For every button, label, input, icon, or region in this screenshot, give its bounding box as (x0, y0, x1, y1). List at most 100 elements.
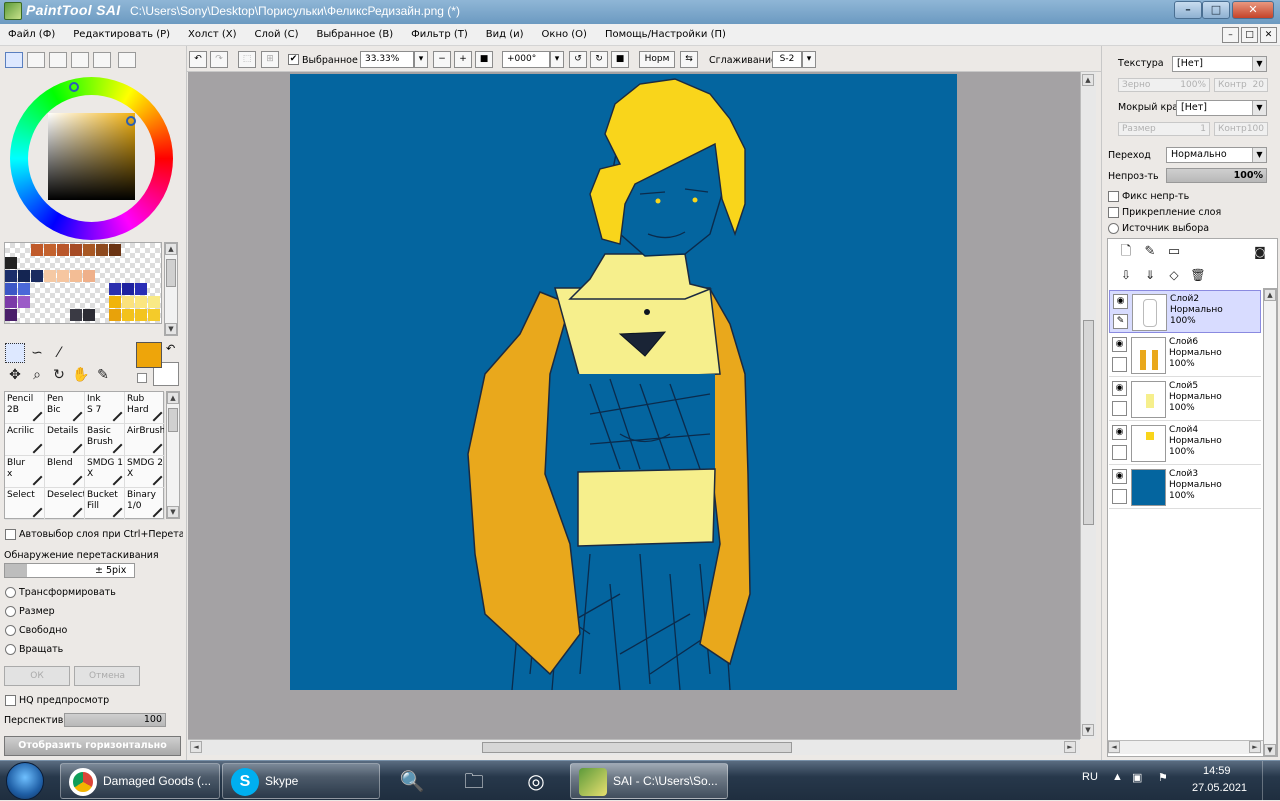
scroll-down-icon[interactable]: ▼ (1264, 744, 1276, 756)
scroll-up-icon[interactable]: ▲ (167, 392, 179, 404)
scroll-left-icon[interactable]: ◄ (190, 741, 202, 753)
layer-checkbox[interactable] (1112, 401, 1127, 416)
brush-select[interactable]: Select (5, 488, 45, 520)
auto-select-checkbox[interactable] (5, 529, 16, 540)
brush-details[interactable]: Details (45, 424, 85, 456)
zoom-field[interactable]: 33.33% (360, 51, 414, 68)
free-radio[interactable] (5, 625, 16, 636)
brush-blend[interactable]: Blend (45, 456, 85, 488)
zoom-in-icon[interactable]: + (454, 51, 472, 68)
eyedropper-icon[interactable]: ✎ (93, 365, 113, 385)
blend-mode-button[interactable]: Норм (639, 51, 675, 68)
hsv-slider-tab-icon[interactable] (49, 52, 67, 68)
brush-airbrush[interactable]: AirBrush (125, 424, 165, 456)
flip-horizontal-button[interactable]: Отобразить горизонтально (4, 736, 181, 756)
brush-rub[interactable]: Rub Hard (125, 392, 165, 424)
network-icon[interactable]: ▣ (1132, 771, 1142, 784)
brush-pen[interactable]: Pen Bic (45, 392, 85, 424)
swatches-tab-icon[interactable] (93, 52, 111, 68)
task-chrome[interactable]: Damaged Goods (... (60, 763, 220, 799)
menu-selection[interactable]: Выбранное (В) (317, 29, 394, 40)
selection-checkbox[interactable]: ✔ (288, 54, 299, 65)
menu-view[interactable]: Вид (и) (486, 29, 524, 40)
resize-radio[interactable] (5, 606, 16, 617)
brush-pencil[interactable]: Pencil 2B (5, 392, 45, 424)
layer-checkbox[interactable] (1112, 489, 1127, 504)
merge-down-icon[interactable]: ⇓ (1140, 265, 1160, 285)
layer-checkbox[interactable] (1112, 357, 1127, 372)
close-button[interactable]: ✕ (1232, 1, 1274, 19)
eye-icon[interactable]: ◉ (1113, 294, 1128, 309)
scroll-thumb[interactable] (168, 408, 178, 432)
menu-canvas[interactable]: Холст (Х) (188, 29, 237, 40)
brush-bucket[interactable]: Bucket Fill (85, 488, 125, 520)
blend-select[interactable]: Нормально ▼ (1166, 147, 1267, 163)
hand-icon[interactable]: ✋ (71, 365, 91, 385)
hq-preview-checkbox[interactable] (5, 695, 16, 706)
scroll-thumb[interactable] (1083, 320, 1094, 525)
rgb-slider-tab-icon[interactable] (27, 52, 45, 68)
rotate-reset-icon[interactable]: ■ (611, 51, 629, 68)
doc-close-button[interactable]: ✕ (1260, 27, 1277, 43)
zoom-out-icon[interactable]: − (433, 51, 451, 68)
transparent-color-icon[interactable] (137, 373, 147, 383)
zoom-dropdown-icon[interactable]: ▾ (414, 51, 428, 68)
canvas-horizontal-scrollbar[interactable]: ◄ ► (188, 739, 1080, 755)
new-layer-icon[interactable]: 🗋 (1116, 242, 1136, 262)
cancel-button[interactable]: Отмена (74, 666, 140, 686)
brushes-scrollbar[interactable]: ▲ ▼ (166, 391, 180, 519)
deselect-icon[interactable]: ⬚ (238, 51, 256, 68)
swap-colors-icon[interactable]: ↶ (166, 342, 175, 355)
task-sai[interactable]: SAI - C:\Users\So... (570, 763, 728, 799)
swatches-scrollbar[interactable]: ▲ ▼ (164, 242, 178, 336)
search-pin-icon[interactable]: 🔍 (390, 765, 434, 797)
lock-opacity-checkbox[interactable] (1108, 191, 1119, 202)
zoom-icon[interactable]: ⌕ (27, 365, 47, 385)
rotation-dropdown-icon[interactable]: ▾ (550, 51, 564, 68)
layer-row[interactable]: ◉ Слой3 Нормально 100% (1109, 466, 1261, 509)
brush-smdg1[interactable]: SMDG 1 X (85, 456, 125, 488)
language-indicator[interactable]: RU (1082, 771, 1098, 783)
layer-mask-icon[interactable]: ◙ (1250, 242, 1270, 262)
drag-detect-slider[interactable]: ± 5pix (4, 563, 135, 578)
clock-date[interactable]: 27.05.2021 (1192, 782, 1247, 794)
transform-radio[interactable] (5, 587, 16, 598)
eye-icon[interactable]: ◉ (1112, 469, 1127, 484)
brush-blur[interactable]: Blur x (5, 456, 45, 488)
show-desktop-button[interactable] (1262, 761, 1280, 801)
doc-minimize-button[interactable]: – (1222, 27, 1239, 43)
start-button[interactable] (6, 762, 44, 800)
media-pin-icon[interactable]: ◎ (514, 765, 558, 797)
scroll-down-icon[interactable]: ▼ (167, 506, 179, 518)
primary-color[interactable] (136, 342, 162, 368)
menu-filter[interactable]: Фильтр (Т) (411, 29, 468, 40)
scroll-down-icon[interactable]: ▼ (1082, 724, 1094, 736)
brush-acrilic[interactable]: Acrilic (5, 424, 45, 456)
perspective-slider[interactable]: 100 (64, 713, 166, 727)
layer-row[interactable]: ◉ Слой6 Нормально 100% (1109, 334, 1261, 377)
sv-marker[interactable] (126, 116, 136, 126)
brush-smdg2[interactable]: SMDG 2 X (125, 456, 165, 488)
menu-window[interactable]: Окно (О) (542, 29, 587, 40)
scroll-up-icon[interactable]: ▲ (165, 243, 177, 255)
ok-button[interactable]: ОК (4, 666, 70, 686)
flip-view-icon[interactable]: ⇆ (680, 51, 698, 68)
menu-file[interactable]: Файл (Ф) (8, 29, 55, 40)
layer-row[interactable]: ◉ ✎ Слой2 Нормально 100% (1109, 290, 1261, 333)
layer-row[interactable]: ◉ Слой4 Нормально 100% (1109, 422, 1261, 465)
scratchpad-tab-icon[interactable] (118, 52, 136, 68)
redo-icon[interactable]: ↷ (210, 51, 228, 68)
layer-checkbox[interactable] (1112, 445, 1127, 460)
wet-edge-select[interactable]: [Нет] ▼ (1176, 100, 1267, 116)
new-linework-layer-icon[interactable]: ✎ (1140, 242, 1160, 262)
transfer-down-icon[interactable]: ⇩ (1116, 265, 1136, 285)
scroll-right-icon[interactable]: ► (1064, 741, 1076, 753)
scroll-thumb[interactable] (166, 259, 176, 287)
eye-icon[interactable]: ◉ (1112, 425, 1127, 440)
eye-icon[interactable]: ◉ (1112, 381, 1127, 396)
scroll-thumb[interactable] (482, 742, 792, 753)
scroll-down-icon[interactable]: ▼ (165, 323, 177, 335)
task-skype[interactable]: S Skype (222, 763, 380, 799)
layer-row[interactable]: ◉ Слой5 Нормально 100% (1109, 378, 1261, 421)
clock-time[interactable]: 14:59 (1203, 765, 1231, 777)
